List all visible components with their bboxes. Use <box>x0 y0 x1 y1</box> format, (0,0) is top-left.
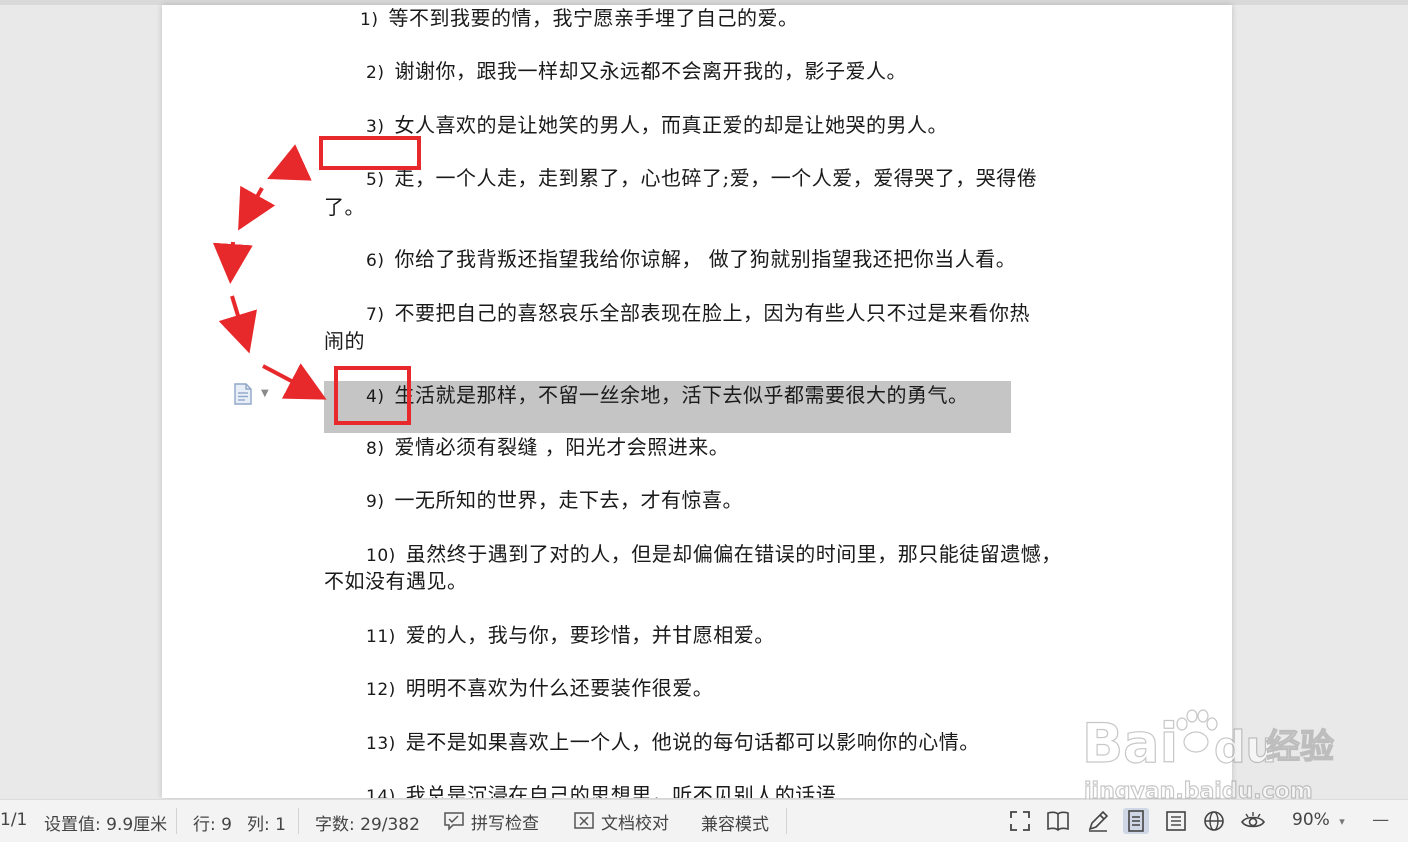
arrow-segment <box>262 363 327 400</box>
status-bar: 1/1 设置值: 9.9厘米 行: 9 列: 1 字数: 29/382 拼写检查… <box>0 799 1408 842</box>
divider <box>786 808 787 834</box>
outline-icon[interactable] <box>1163 808 1189 834</box>
watermark-brand-cn: 经验 <box>1266 727 1334 767</box>
watermark-brand: Bai <box>1082 712 1178 775</box>
pen-icon[interactable] <box>1085 808 1111 834</box>
page-view-icon[interactable] <box>1123 808 1149 834</box>
page-indicator[interactable]: 1/1 <box>0 810 27 830</box>
column-indicator[interactable]: 列: 1 <box>247 810 286 835</box>
baidu-jingyan-watermark: Bai du 经验 jingyan.baidu.com <box>1081 709 1335 805</box>
zoom-chevron-down-icon[interactable]: ▾ <box>1339 815 1345 828</box>
zoom-level: 90% <box>1292 810 1330 830</box>
compat-mode[interactable]: 兼容模式 <box>701 810 769 835</box>
arrow-segment <box>238 185 276 231</box>
zoom-out-minus-icon[interactable]: — <box>1372 810 1389 830</box>
row-indicator[interactable]: 行: 9 <box>193 810 232 835</box>
spellcheck-label: 拼写检查 <box>471 813 539 834</box>
word-count[interactable]: 字数: 29/382 <box>315 810 420 835</box>
web-icon[interactable] <box>1201 808 1227 834</box>
proofread-button[interactable]: 文档校对 <box>573 806 669 836</box>
paw-icon <box>1176 709 1218 753</box>
eye-icon[interactable] <box>1240 808 1266 834</box>
fullscreen-icon[interactable] <box>1007 808 1033 834</box>
divider <box>176 808 177 834</box>
arrow-segment <box>267 144 312 181</box>
spellcheck-icon <box>444 812 464 831</box>
proofread-label: 文档校对 <box>601 813 669 834</box>
setting-value[interactable]: 设置值: 9.9厘米 <box>44 810 167 835</box>
book-icon[interactable] <box>1045 808 1071 834</box>
arrow-segment <box>212 241 253 284</box>
zoom-control[interactable]: 90% ▾ — <box>1292 810 1389 830</box>
arrow-segment <box>218 295 257 354</box>
divider <box>298 808 299 834</box>
spellcheck-button[interactable]: 拼写检查 <box>443 806 539 836</box>
proofread-icon <box>574 812 594 829</box>
